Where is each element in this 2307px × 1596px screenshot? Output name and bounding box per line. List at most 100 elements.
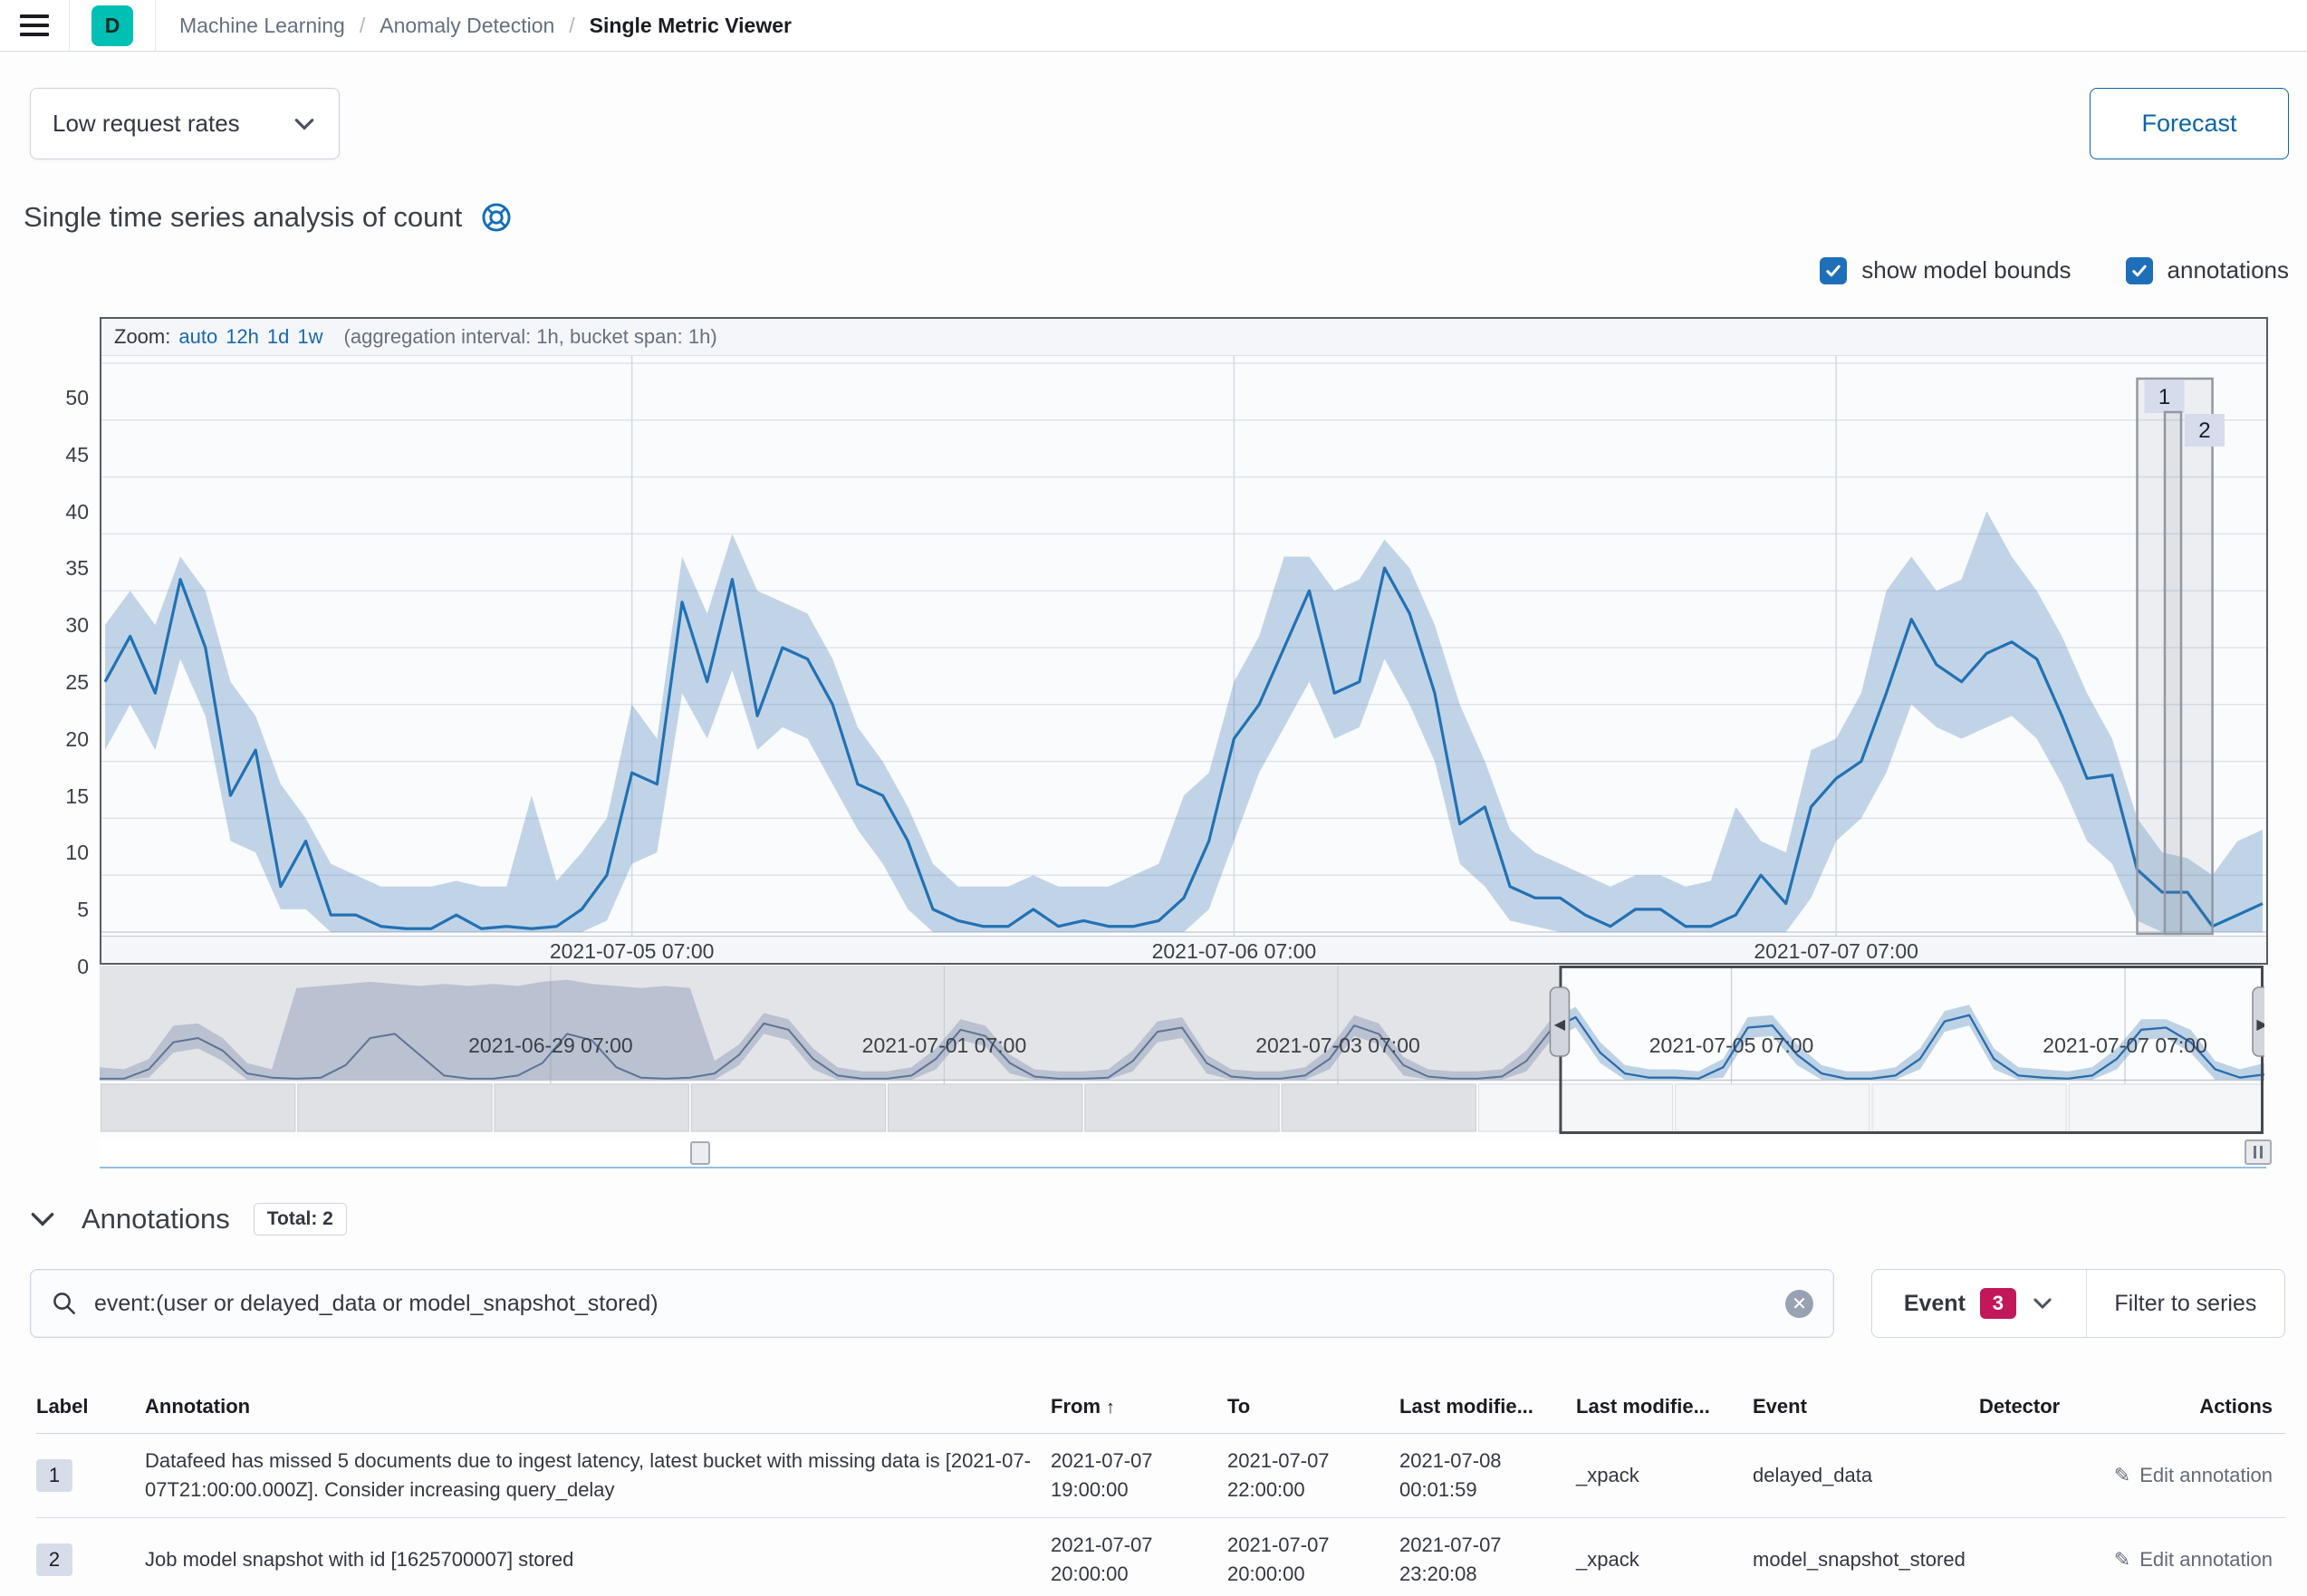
breadcrumb-separator: / — [569, 14, 574, 38]
col-label[interactable]: Label — [36, 1395, 145, 1418]
x-axis-tick-label: 2021-07-07 07:00 — [1736, 939, 1936, 964]
show-model-bounds-checkbox[interactable] — [1820, 257, 1847, 284]
filter-to-series-button[interactable]: Filter to series — [2087, 1270, 2284, 1337]
from-cell: 2021-07-07 20:00:00 — [1051, 1518, 1227, 1596]
collapse-chevron-icon[interactable] — [27, 1204, 58, 1235]
show-model-bounds-option: show model bounds — [1820, 256, 2071, 284]
page-title-text: Single time series analysis of count — [24, 201, 462, 234]
annotation-text: Job model snapshot with id [1625700007] … — [145, 1533, 1051, 1587]
pencil-icon: ✎ — [2114, 1461, 2130, 1490]
edit-annotation-button[interactable]: ✎Edit annotation — [2114, 1545, 2273, 1574]
check-icon — [2129, 261, 2149, 281]
x-axis-tick-label: 2021-07-06 07:00 — [1134, 939, 1333, 964]
chevron-down-icon — [2031, 1292, 2054, 1315]
last-modified-cell: 2021-07-08 00:01:59 — [1399, 1434, 1576, 1517]
from-cell: 2021-07-07 19:00:00 — [1051, 1434, 1227, 1517]
resize-grip-icon[interactable] — [2245, 1139, 2272, 1165]
event-filter-dropdown[interactable]: Event 3 — [1872, 1270, 2086, 1337]
col-from[interactable]: From↑ — [1051, 1395, 1227, 1418]
breadcrumb: Machine Learning / Anomaly Detection / S… — [179, 14, 792, 38]
edit-annotation-button[interactable]: ✎Edit annotation — [2114, 1461, 2273, 1490]
annotations-label: annotations — [2168, 256, 2289, 284]
annotations-header: Annotations Total: 2 — [27, 1203, 347, 1235]
col-to[interactable]: To — [1227, 1395, 1399, 1418]
focus-chart-plot[interactable]: 12 — [101, 356, 2266, 936]
y-axis-tick-label: 50 — [36, 386, 89, 410]
total-count-badge: Total: 2 — [254, 1203, 347, 1235]
y-axis-tick-label: 10 — [36, 841, 89, 865]
y-axis-tick-label: 20 — [36, 727, 89, 752]
breadcrumb-separator: / — [360, 14, 365, 38]
annotation-label-badge: 2 — [36, 1543, 72, 1576]
y-axis-labels: 05101520253035404550 — [36, 354, 89, 943]
clear-search-icon[interactable]: ✕ — [1785, 1290, 1813, 1318]
event-cell: model_snapshot_stored — [1753, 1533, 1979, 1587]
divider — [155, 0, 156, 51]
col-last-modified-by[interactable]: Last modifie... — [1576, 1395, 1753, 1418]
help-ring-icon[interactable] — [480, 201, 513, 234]
svg-text:◀: ◀ — [1554, 1017, 1566, 1033]
detector-cell — [1979, 1463, 2113, 1488]
check-icon — [1823, 261, 1843, 281]
job-selector-dropdown[interactable]: Low request rates — [30, 88, 340, 159]
svg-text:2021-07-05 07:00: 2021-07-05 07:00 — [1649, 1034, 1814, 1057]
detector-cell — [1979, 1547, 2113, 1572]
page-title: Single time series analysis of count — [24, 201, 513, 234]
divider — [69, 0, 70, 51]
col-last-modified[interactable]: Last modifie... — [1399, 1395, 1576, 1418]
last-modified-by-cell: _xpack — [1576, 1533, 1753, 1587]
svg-text:1: 1 — [2158, 385, 2170, 409]
space-avatar[interactable]: D — [91, 5, 133, 46]
single-metric-viewer-page: D Machine Learning / Anomaly Detection /… — [0, 0, 2307, 1596]
breadcrumb-anomaly-detection[interactable]: Anomaly Detection — [380, 14, 554, 38]
y-axis-tick-label: 30 — [36, 613, 89, 638]
col-annotation[interactable]: Annotation — [145, 1395, 1051, 1418]
time-series-chart: Zoom: auto 12h 1d 1w (aggregation interv… — [100, 317, 2268, 965]
y-axis-tick-label: 35 — [36, 556, 89, 581]
brush-handle[interactable] — [690, 1141, 710, 1165]
col-event[interactable]: Event — [1753, 1395, 1979, 1418]
breadcrumb-machine-learning[interactable]: Machine Learning — [179, 14, 345, 38]
x-axis-tick-label: 2021-07-05 07:00 — [533, 939, 732, 964]
annotations-option: annotations — [2126, 256, 2289, 284]
zoom-12h-link[interactable]: 12h — [226, 325, 259, 349]
event-filter-label: Event — [1904, 1291, 1966, 1317]
col-actions: Actions — [2113, 1395, 2285, 1418]
view-options: show model bounds annotations — [1820, 256, 2289, 284]
chart-scroll-strip — [100, 1139, 2266, 1168]
x-axis-labels: 2021-07-05 07:00 2021-07-06 07:00 2021-07-… — [101, 936, 2266, 962]
to-cell: 2021-07-07 22:00:00 — [1227, 1434, 1399, 1517]
annotation-label-badge: 1 — [36, 1459, 72, 1492]
y-axis-tick-label: 45 — [36, 443, 89, 467]
aggregation-note: (aggregation interval: 1h, bucket span: … — [344, 325, 717, 349]
forecast-button[interactable]: Forecast — [2090, 88, 2289, 159]
y-axis-tick-label: 5 — [36, 898, 89, 922]
context-chart[interactable]: 2021-06-29 07:002021-07-01 07:002021-07-… — [100, 966, 2266, 1138]
event-filter-count-badge: 3 — [1980, 1288, 2016, 1319]
svg-text:2021-07-03 07:00: 2021-07-03 07:00 — [1255, 1034, 1420, 1057]
y-axis-tick-label: 25 — [36, 670, 89, 695]
zoom-1d-link[interactable]: 1d — [267, 325, 289, 349]
annotation-text: Datafeed has missed 5 documents due to i… — [145, 1434, 1051, 1517]
annotations-checkbox[interactable] — [2126, 257, 2153, 284]
col-detector[interactable]: Detector — [1979, 1395, 2113, 1418]
svg-text:2: 2 — [2198, 418, 2210, 443]
breadcrumb-current-page: Single Metric Viewer — [590, 14, 792, 38]
annotations-filter-group: Event 3 Filter to series — [1871, 1269, 2285, 1338]
job-selector-value: Low request rates — [53, 110, 240, 138]
y-axis-tick-label: 0 — [36, 955, 89, 979]
zoom-1w-link[interactable]: 1w — [297, 325, 322, 349]
event-cell: delayed_data — [1753, 1448, 1979, 1503]
zoom-label: Zoom: — [114, 325, 170, 349]
chart-zoom-bar: Zoom: auto 12h 1d 1w (aggregation interv… — [101, 319, 2266, 356]
menu-icon[interactable] — [0, 0, 69, 51]
sort-asc-icon: ↑ — [1106, 1398, 1115, 1418]
y-axis-tick-label: 15 — [36, 784, 89, 809]
zoom-auto-link[interactable]: auto — [178, 325, 217, 349]
annotations-search: ✕ — [30, 1269, 1834, 1338]
table-row: 2 Job model snapshot with id [1625700007… — [36, 1518, 2285, 1596]
svg-text:2021-07-01 07:00: 2021-07-01 07:00 — [862, 1034, 1027, 1057]
search-input[interactable] — [94, 1291, 1769, 1317]
y-axis-tick-label: 40 — [36, 500, 89, 524]
chevron-down-icon — [292, 111, 317, 137]
